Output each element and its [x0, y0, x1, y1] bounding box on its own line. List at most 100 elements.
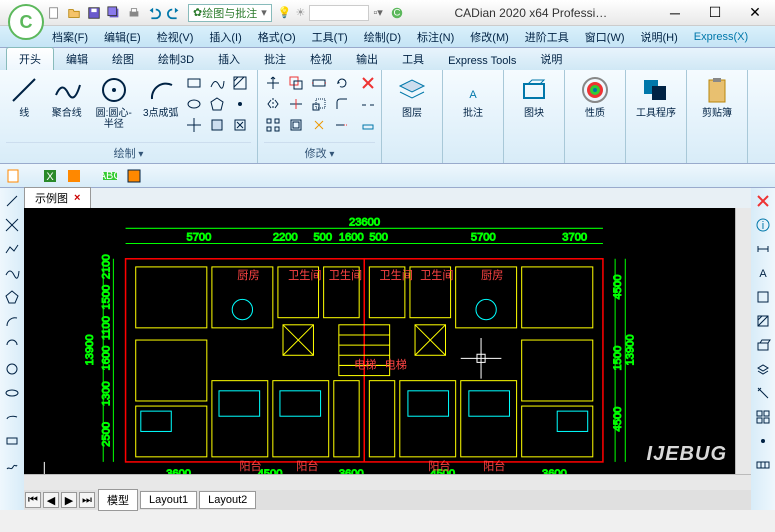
properties-button[interactable]: 性质: [571, 74, 619, 119]
menu-window[interactable]: 窗口(W): [577, 26, 633, 48]
minimize-button[interactable]: ─: [655, 1, 695, 25]
annotate-button[interactable]: A批注: [449, 74, 497, 119]
doc-tab-example[interactable]: 示例图×: [24, 187, 91, 209]
point-icon[interactable]: [231, 95, 249, 113]
lt-arc-icon[interactable]: [3, 312, 21, 330]
tb-new-icon[interactable]: [4, 166, 24, 186]
undo-icon[interactable]: [145, 4, 163, 22]
fillet-icon[interactable]: [333, 95, 351, 113]
tab-output[interactable]: 输出: [344, 48, 390, 70]
spline-icon[interactable]: [208, 74, 226, 92]
menu-draw[interactable]: 绘制(D): [356, 26, 409, 48]
clipboard-button[interactable]: 剪贴簿: [693, 74, 741, 119]
tab-tools[interactable]: 工具: [390, 48, 436, 70]
lt-polygon-icon[interactable]: [3, 288, 21, 306]
menu-edit[interactable]: 编辑(E): [96, 26, 149, 48]
lt-sketch-icon[interactable]: [3, 456, 21, 474]
rt-layer-icon[interactable]: [754, 360, 772, 378]
rt-dim-icon[interactable]: [754, 240, 772, 258]
extend-icon[interactable]: [333, 116, 351, 134]
tb-excel-icon[interactable]: X: [40, 166, 60, 186]
join-icon[interactable]: [359, 118, 377, 136]
drawing-canvas[interactable]: 23600 570022005001600500 57003700 360045…: [24, 208, 735, 474]
sun-icon[interactable]: ☀: [295, 6, 305, 19]
layout-2[interactable]: Layout2: [199, 491, 256, 509]
copy-icon[interactable]: [287, 74, 305, 92]
menu-insert[interactable]: 插入(I): [201, 26, 249, 48]
region-icon[interactable]: [208, 116, 226, 134]
app-menu-button[interactable]: C: [8, 4, 44, 40]
erase-icon[interactable]: [359, 74, 377, 92]
rt-dim2-icon[interactable]: [754, 384, 772, 402]
polyline-tool[interactable]: 聚合线: [48, 74, 84, 119]
lt-arc2-icon[interactable]: [3, 336, 21, 354]
offset-icon[interactable]: [287, 116, 305, 134]
doc-close-icon[interactable]: ×: [74, 192, 80, 204]
rect-icon[interactable]: [185, 74, 203, 92]
search-input[interactable]: [309, 5, 369, 21]
tab-view[interactable]: 检视: [298, 48, 344, 70]
rt-rect-icon[interactable]: [754, 288, 772, 306]
rt-point-icon[interactable]: [754, 432, 772, 450]
saveall-icon[interactable]: [105, 4, 123, 22]
rt-block-icon[interactable]: [754, 336, 772, 354]
rotate-icon[interactable]: [333, 74, 351, 92]
lt-pline-icon[interactable]: [3, 240, 21, 258]
menu-view[interactable]: 检视(V): [149, 26, 202, 48]
maximize-button[interactable]: ☐: [695, 1, 735, 25]
explode-icon[interactable]: [310, 116, 328, 134]
scale-icon[interactable]: [310, 95, 328, 113]
layout-first-icon[interactable]: ⏮: [25, 492, 41, 508]
layout-next-icon[interactable]: ▶: [61, 492, 77, 508]
array-icon[interactable]: [264, 116, 282, 134]
tb-hatch-icon[interactable]: [124, 166, 144, 186]
new-icon[interactable]: [45, 4, 63, 22]
stretch-icon[interactable]: [310, 74, 328, 92]
menu-format[interactable]: 格式(O): [250, 26, 304, 48]
ellipse-icon[interactable]: [185, 95, 203, 113]
vertical-scrollbar[interactable]: [735, 208, 751, 474]
tab-help[interactable]: 说明: [528, 48, 574, 70]
tb-abc-icon[interactable]: ABC: [100, 166, 120, 186]
tab-start[interactable]: 开头: [6, 47, 54, 70]
layout-last-icon[interactable]: ⏭: [79, 492, 95, 508]
layout-prev-icon[interactable]: ◀: [43, 492, 59, 508]
close-button[interactable]: ✕: [735, 1, 775, 25]
block-button[interactable]: 图块: [510, 74, 558, 119]
line-tool[interactable]: 线: [6, 74, 42, 119]
tab-draw3d[interactable]: 绘制3D: [146, 48, 206, 70]
menu-dimension[interactable]: 标注(N): [409, 26, 462, 48]
arc-tool[interactable]: 3点成弧: [143, 74, 179, 119]
menu-express[interactable]: Express(X): [686, 28, 756, 46]
tab-draw[interactable]: 绘图: [100, 48, 146, 70]
hatch-icon[interactable]: [231, 74, 249, 92]
layout-model[interactable]: 模型: [98, 489, 138, 511]
bulb-icon[interactable]: 💡: [278, 6, 292, 19]
tab-annotate[interactable]: 批注: [252, 48, 298, 70]
lt-xline-icon[interactable]: [3, 216, 21, 234]
tab-edit[interactable]: 编辑: [54, 48, 100, 70]
tab-express[interactable]: Express Tools: [436, 52, 528, 70]
layer-button[interactable]: 图层: [388, 74, 436, 119]
lt-ellipse-icon[interactable]: [3, 384, 21, 402]
utilities-button[interactable]: 工具程序: [632, 74, 680, 119]
menu-advanced[interactable]: 进阶工具: [517, 26, 577, 48]
wipeout-icon[interactable]: [231, 116, 249, 134]
rt-wall-icon[interactable]: [754, 456, 772, 474]
print-icon[interactable]: [125, 4, 143, 22]
lt-circle-icon[interactable]: [3, 360, 21, 378]
move-icon[interactable]: [264, 74, 282, 92]
rt-hatch-icon[interactable]: [754, 312, 772, 330]
layout-1[interactable]: Layout1: [140, 491, 197, 509]
open-icon[interactable]: [65, 4, 83, 22]
workspace-combo[interactable]: ✿绘图与批注▾: [188, 4, 272, 22]
lt-spline-icon[interactable]: [3, 264, 21, 282]
rt-text-icon[interactable]: A: [754, 264, 772, 282]
lt-earc-icon[interactable]: [3, 408, 21, 426]
trim-icon[interactable]: [287, 95, 305, 113]
rt-grid-icon[interactable]: [754, 408, 772, 426]
menu-help[interactable]: 说明(H): [633, 26, 686, 48]
mirror-icon[interactable]: [264, 95, 282, 113]
rt-info-icon[interactable]: i: [754, 216, 772, 234]
break-icon[interactable]: [359, 96, 377, 114]
